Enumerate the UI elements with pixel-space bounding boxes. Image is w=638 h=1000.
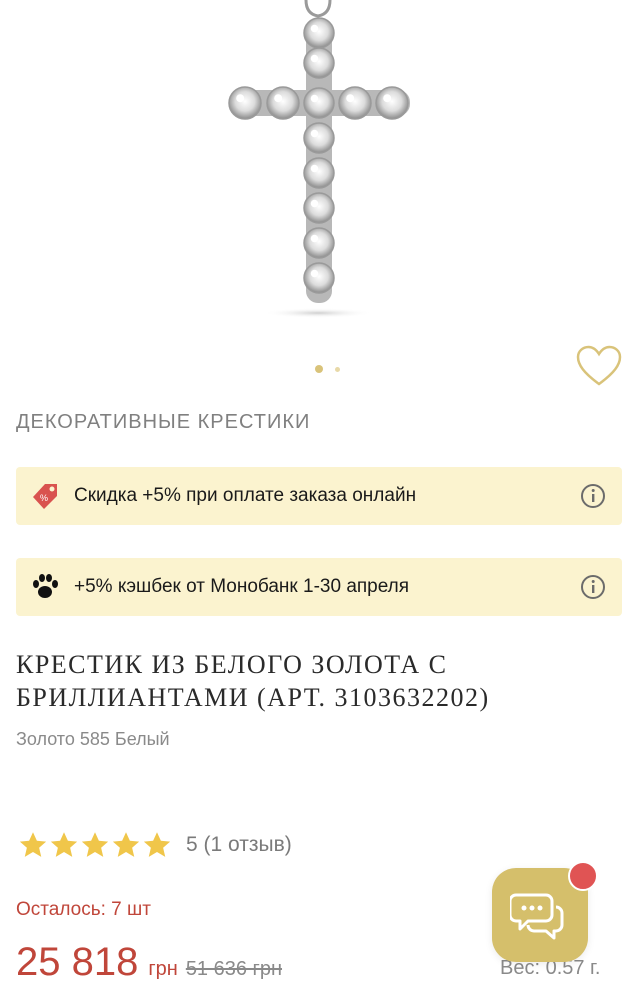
diamond-highlight xyxy=(310,24,319,33)
price-currency: грн xyxy=(148,958,178,980)
diamond-highlight xyxy=(310,54,319,63)
diamond-highlight xyxy=(310,94,319,103)
star-icon xyxy=(50,832,78,857)
diamond-stone xyxy=(303,192,335,224)
info-icon[interactable] xyxy=(580,574,606,600)
product-rating[interactable]: 5 (1 отзыв) xyxy=(18,830,292,860)
carousel-dot-2[interactable] xyxy=(335,366,340,372)
diamond-highlight xyxy=(383,94,392,103)
star-icon xyxy=(143,832,171,857)
diamond-highlight xyxy=(236,94,245,103)
diamond-highlight xyxy=(310,129,319,138)
star-icon xyxy=(112,832,140,857)
online-discount-text: Скидка +5% при оплате заказа онлайн xyxy=(74,485,417,506)
old-price: 51 636 грн xyxy=(185,958,283,980)
star-icon xyxy=(81,832,109,857)
info-icon[interactable] xyxy=(580,483,606,509)
product-title-line-1: КРЕСТИК ИЗ БЕЛОГО ЗОЛОТА С xyxy=(16,650,448,679)
current-price: 25 818 xyxy=(16,940,139,984)
diamond-highlight xyxy=(346,94,355,103)
diamond-stone xyxy=(338,86,372,120)
chat-bubbles-icon xyxy=(510,893,564,940)
diamond-stone xyxy=(303,47,335,79)
discount-tag-icon: % xyxy=(28,479,62,513)
stock-remaining: Осталось: 7 шт xyxy=(16,899,151,920)
carousel-dot-1[interactable] xyxy=(315,365,323,373)
carousel-indicator xyxy=(315,365,340,373)
diamond-stone xyxy=(303,227,335,259)
product-title-line-2: БРИЛЛИАНТАМИ (АРТ. 3103632202) xyxy=(16,683,490,712)
online-discount-banner[interactable]: % Скидка +5% при оплате заказа онлайн xyxy=(16,467,622,525)
product-title: КРЕСТИК ИЗ БЕЛОГО ЗОЛОТА С БРИЛЛИАНТАМИ … xyxy=(16,648,616,714)
diamond-highlight xyxy=(310,269,319,278)
diamond-highlight xyxy=(310,234,319,243)
diamond-stone xyxy=(228,86,262,120)
diamond-highlight xyxy=(310,199,319,208)
diamond-stone xyxy=(303,87,335,119)
svg-text:%: % xyxy=(40,493,48,503)
cashback-banner[interactable]: +5% кэшбек от Монобанк 1-30 апреля xyxy=(16,558,622,616)
cashback-text: +5% кэшбек от Монобанк 1-30 апреля xyxy=(74,576,410,597)
rating-stars xyxy=(18,830,172,860)
product-image[interactable] xyxy=(0,0,638,335)
rating-text[interactable]: 5 (1 отзыв) xyxy=(186,833,292,857)
favorite-heart-icon[interactable] xyxy=(576,345,622,387)
chat-notification-badge xyxy=(568,861,598,891)
diamond-highlight xyxy=(310,164,319,173)
diamond-stone xyxy=(303,17,335,49)
price-row: 25 818 грн 51 636 грн xyxy=(16,940,282,985)
diamond-stone xyxy=(303,262,335,294)
diamond-stone xyxy=(303,157,335,189)
diamond-stone xyxy=(375,86,409,120)
star-icon xyxy=(19,832,47,857)
product-category[interactable]: ДЕКОРАТИВНЫЕ КРЕСТИКИ xyxy=(16,411,310,434)
diamond-highlight xyxy=(274,94,283,103)
diamond-cross-pendant-image xyxy=(228,0,410,318)
diamond-stone xyxy=(266,86,300,120)
paw-icon xyxy=(28,570,62,604)
diamond-stone xyxy=(303,122,335,154)
product-material: Золото 585 Белый xyxy=(16,729,170,749)
